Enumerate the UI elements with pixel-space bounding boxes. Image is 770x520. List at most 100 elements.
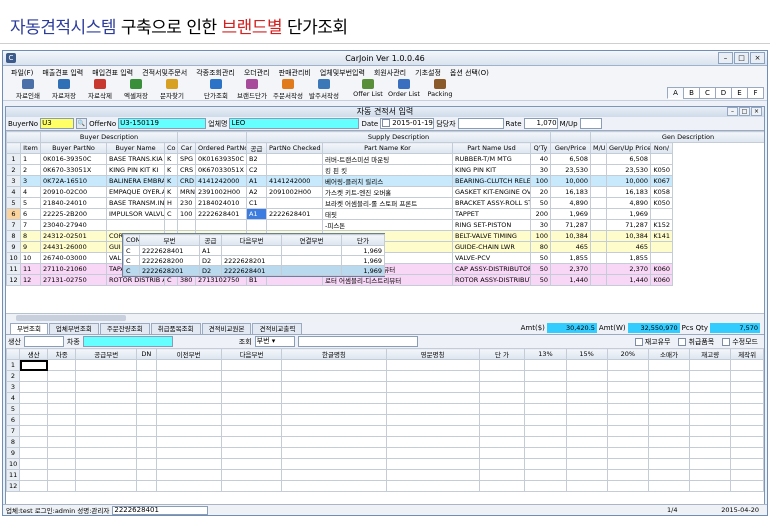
table-cell[interactable] [524,447,567,459]
popup-cell[interactable] [281,265,342,276]
table-cell[interactable] [385,359,480,371]
table-row[interactable]: 8 [6,436,764,448]
table-cell[interactable] [47,447,77,459]
grid2-col-7[interactable]: 영문명칭 [385,348,480,360]
table-cell[interactable]: 2,370 [550,263,591,275]
table-cell[interactable] [478,403,526,415]
table-cell[interactable]: K [164,153,178,165]
table-cell[interactable]: 10 [20,252,41,264]
status-input[interactable]: 2222628401 [112,505,209,515]
table-cell[interactable] [606,436,649,448]
table-cell[interactable] [565,436,608,448]
table-cell[interactable]: TAPPET [452,208,531,220]
table-cell[interactable] [75,392,138,404]
grid2-col-9[interactable]: 13% [524,348,567,360]
table-cell[interactable]: KING PIN KIT KI [106,164,165,176]
car-field[interactable] [82,336,173,347]
table-cell[interactable] [136,403,157,415]
table-cell[interactable] [730,458,764,470]
sub-max-icon[interactable]: □ [739,107,750,116]
table-cell[interactable]: 0K016-39350C [40,153,107,165]
table-cell[interactable] [524,480,567,492]
table-cell[interactable] [590,175,607,187]
table-cell[interactable] [281,381,387,393]
table-cell[interactable] [524,370,567,382]
grid-hscrollbar[interactable] [6,313,764,322]
table-cell[interactable] [650,153,673,165]
table-cell[interactable] [136,425,157,437]
table-cell[interactable] [164,219,178,231]
table-cell[interactable] [606,480,649,492]
table-cell[interactable] [47,370,77,382]
menu-item-4[interactable]: 각종조회관리 [196,68,235,78]
table-row[interactable]: 10 [6,458,764,470]
table-cell[interactable] [590,230,607,242]
table-row[interactable]: 2 2 0K670-33051X KING PIN KIT KI K CRS 0K67033… [6,164,765,176]
table-cell[interactable] [47,469,77,481]
table-cell[interactable]: 26740-03000 [40,252,107,264]
table-cell[interactable] [75,436,138,448]
table-cell[interactable] [478,381,526,393]
grid2-col-4[interactable]: 이전부번 [155,348,222,360]
table-cell[interactable] [524,381,567,393]
sub-min-icon[interactable]: – [727,107,738,116]
table-cell[interactable] [524,359,567,371]
table-cell[interactable]: K152 [650,219,673,231]
menu-item-7[interactable]: 업체및부번입력 [320,68,365,78]
table-cell[interactable]: -피스톤 [322,219,453,231]
popup-cell[interactable]: 2222628201 [139,265,200,276]
table-cell[interactable] [155,436,222,448]
toolbar-button-8[interactable]: 발주서작성 [307,79,341,100]
table-cell[interactable]: 24312-02501 [40,230,107,242]
mup-field[interactable] [579,118,602,129]
table-row[interactable]: 7 [6,425,764,437]
table-cell[interactable] [155,359,222,371]
table-cell[interactable]: 킹 핀 킷 [322,164,453,176]
menu-item-5[interactable]: 오더관리 [244,68,270,78]
toolbar-button-0[interactable]: 자료인쇄 [11,79,45,100]
table-cell[interactable]: K050 [650,197,673,209]
table-cell[interactable] [47,414,77,426]
table-cell[interactable]: 가스켓 키트-엔진 오버홀 [322,186,453,198]
table-cell[interactable]: 브라켓 어셈블리-롤 스토퍼 프론트 [322,197,453,209]
table-cell[interactable] [106,219,165,231]
table-cell[interactable] [478,392,526,404]
table-cell[interactable] [75,359,138,371]
table-row[interactable]: 6 6 22225-2B200 IMPULSOR VALVUL C 100 22226284… [6,208,765,220]
table-cell[interactable] [689,392,732,404]
table-cell[interactable] [220,425,283,437]
table-cell[interactable] [590,263,607,275]
table-cell[interactable] [647,458,691,470]
table-cell[interactable] [385,370,480,382]
table-cell[interactable]: 6 [20,208,41,220]
popup-row[interactable]: C 2222628401 A1 1,969 [123,245,385,256]
table-cell[interactable] [647,425,691,437]
table-cell[interactable]: 24431-26000 [40,241,107,253]
table-cell[interactable] [565,359,608,371]
table-cell[interactable]: 0K01639350C [195,153,247,165]
table-cell[interactable] [18,458,49,470]
table-cell[interactable] [155,447,222,459]
maximize-icon[interactable]: □ [734,52,749,64]
table-cell[interactable] [565,392,608,404]
table-cell[interactable] [75,370,138,382]
table-cell[interactable] [606,469,649,481]
grid2-col-6[interactable]: 한글명칭 [281,348,387,360]
table-cell[interactable] [18,469,49,481]
table-cell[interactable] [18,414,49,426]
table-cell[interactable]: 1,440 [550,274,591,286]
table-cell[interactable]: 0K67033051X [195,164,247,176]
table-row[interactable]: 1 [6,359,764,371]
table-cell[interactable] [730,403,764,415]
toolbar-button-9[interactable]: Offer List [351,79,385,100]
table-cell[interactable] [689,458,732,470]
table-cell[interactable]: 71,287 [606,219,651,231]
table-cell[interactable]: 6,508 [550,153,591,165]
tab-5[interactable]: 견적비교출력 [252,323,303,334]
table-cell[interactable] [650,241,673,253]
table-cell[interactable]: 4141242000 [266,175,323,187]
table-cell[interactable] [590,153,607,165]
table-cell[interactable] [606,359,649,371]
table-cell[interactable] [590,274,607,286]
table-cell[interactable] [220,414,283,426]
